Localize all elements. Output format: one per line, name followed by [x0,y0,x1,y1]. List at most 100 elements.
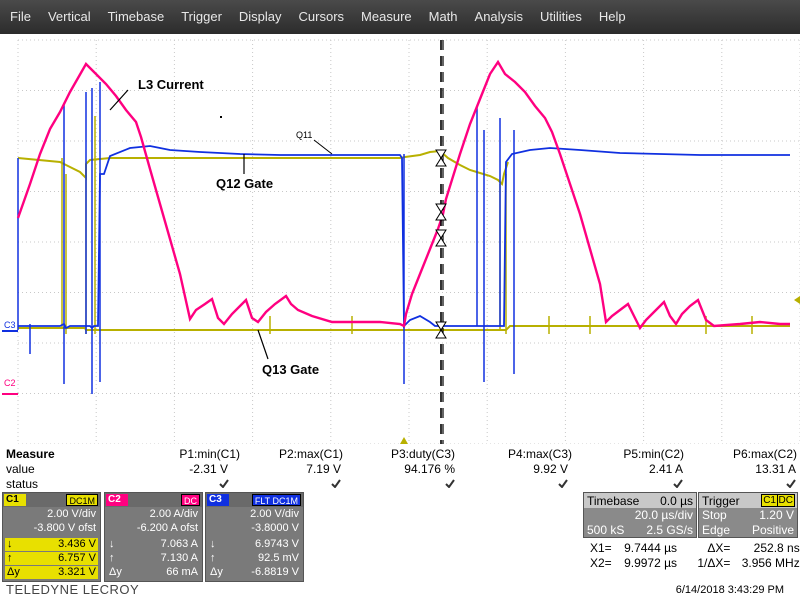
channel-header: C2 DC [105,493,202,507]
delta-label: Δy [7,566,20,578]
channel-delta-value: 3.321 V [58,566,96,578]
param-value-p2: 7.19 V [306,462,341,476]
menu-vertical[interactable]: Vertical [39,0,99,34]
param-name-p3[interactable]: P3:duty(C3) [391,447,455,461]
channel-cursor1-value: 7.063 A [160,538,198,550]
cursor-x1-value: 9.7444 µs [624,541,678,555]
menu-utilities[interactable]: Utilities [531,0,590,34]
param-value-p1: -2.31 V [189,462,228,476]
annotation-q13-gate: Q13 Gate [262,362,319,377]
trigger-time-marker [400,437,408,444]
channel-volt-div: 2.00 A/div [149,508,198,520]
measure-value-row: value -2.31 V 7.19 V 94.176 % 9.92 V 2.4… [0,462,800,477]
channel-cursor1-value: 6.9743 V [254,538,299,550]
trace-c3-spikes [17,82,515,394]
cursor-dx-value: 252.8 ns [753,541,800,555]
param-name-p2[interactable]: P2:max(C1) [279,447,343,461]
param-value-p3: 94.176 % [404,462,455,476]
param-name-p6[interactable]: P6:max(C2) [733,447,797,461]
channel-tag: C1 [4,494,26,506]
channel-volt-div: 2.00 V/div [250,508,299,520]
measure-table: Measure P1:min(C1) P2:max(C1) P3:duty(C3… [0,445,800,491]
channel-cursor2-value: 6.757 V [58,552,96,564]
status-check-icon [786,479,796,488]
channel-delta-row: Δy 66 mA [107,566,200,579]
trigger-row-1: Stop 1.20 V [699,508,797,523]
cursor-dx-label: ΔX= [707,541,731,555]
channel-tag: C2 [106,494,128,506]
channel-volt-div: 2.00 V/div [47,508,96,520]
cursor-inv-dx-label: 1/ΔX= [697,556,731,570]
param-name-p5[interactable]: P5:min(C2) [623,447,684,461]
menu-trigger[interactable]: Trigger [173,0,231,34]
channel-delta-row: Δy -6.8819 V [208,566,301,579]
timebase-delay: 0.0 µs [660,494,693,508]
teledyne-lecroy-logo: TELEDYNE LECROY [6,582,140,597]
cursor1-label: ↓ [7,538,13,550]
channel-offset: -6.200 A ofst [136,522,198,534]
menu-display[interactable]: Display [230,0,290,34]
param-name-p1[interactable]: P1:min(C1) [179,447,240,461]
channel-cursor2-row: ↑ 92.5 mV [208,552,301,565]
channel-offset-row: -3.8000 V [208,522,301,535]
trigger-level: 1.20 V [759,508,794,522]
channel-coupling: DC [181,494,200,506]
menu-bar: File Vertical Timebase Trigger Display Cursor… [0,0,800,34]
annotation-q13-arrow [257,329,269,360]
timebase-row-1: 20.0 µs/div [584,508,696,523]
channel-vdiv-row: 2.00 A/div [107,508,200,521]
trigger-mode: Stop [702,508,727,522]
channel-cursor1-value: 3.436 V [58,538,96,550]
cursor-markers [435,149,447,339]
channel-box-c2[interactable]: C2 DC 2.00 A/div -6.200 A ofst ↓ 7.063 A ↑ 7.13… [104,492,203,582]
param-name-p4[interactable]: P4:max(C3) [508,447,572,461]
trigger-descriptor[interactable]: Trigger C1 DC Stop 1.20 V Edge Positive [698,492,798,538]
menu-timebase[interactable]: Timebase [99,0,173,34]
channel-cursor2-row: ↑ 6.757 V [5,552,98,565]
channel-offset: -3.8000 V [251,522,299,534]
measure-header-row: Measure P1:min(C1) P2:max(C1) P3:duty(C3… [0,447,800,462]
timebase-samples: 500 kS [587,523,625,537]
timebase-row-2: 500 kS 2.5 GS/s [584,523,696,538]
trigger-level-marker [794,296,800,304]
trigger-header: Trigger C1 DC [699,493,797,508]
param-value-p5: 2.41 A [648,462,683,476]
channel-tag: C3 [207,494,229,506]
cursor-x1-row: X1= 9.7444 µs ΔX= 252.8 ns [590,541,800,555]
menu-cursors[interactable]: Cursors [290,0,353,34]
measure-value-label: value [6,462,35,476]
cursor2-label: ↑ [210,552,216,564]
cursor1-label: ↓ [210,538,216,550]
trigger-label: Trigger [702,494,740,508]
timebase-descriptor[interactable]: Timebase 0.0 µs 20.0 µs/div 500 kS 2.5 G… [583,492,697,538]
menu-file[interactable]: File [0,0,39,34]
channel-delta-value: 66 mA [166,566,198,578]
trigger-coupling: DC [776,494,795,507]
waveform-display[interactable]: C3 C2 L3 Current Q12 Gate Q13 Gate Q11 [0,34,800,444]
channel-offset-row: -3.800 V ofst [5,522,98,535]
status-check-icon [558,479,568,488]
c3-level-marker: C3 [4,320,16,330]
cursor2-label: ↑ [109,552,115,564]
param-value-p6: 13.31 A [755,462,796,476]
measure-status-label: status [6,477,39,491]
channel-cursor2-row: ↑ 7.130 A [107,552,200,565]
cursor-x2-label: X2= [590,556,612,570]
annotation-q12-gate: Q12 Gate [216,176,273,191]
channel-vdiv-row: 2.00 V/div [5,508,98,521]
annotation-l3-current: L3 Current [138,77,204,92]
channel-box-c1[interactable]: C1 DC1M 2.00 V/div -3.800 V ofst ↓ 3.436 V ↑ 6.… [2,492,101,582]
menu-help[interactable]: Help [590,0,634,34]
menu-analysis[interactable]: Analysis [466,0,531,34]
channel-box-c3[interactable]: C3 FLT DC1M 2.00 V/div -3.8000 V ↓ 6.9743 V ↑ 9… [205,492,304,582]
menu-math[interactable]: Math [420,0,466,34]
trigger-row-2: Edge Positive [699,523,797,538]
measure-header-label: Measure [6,447,55,461]
trigger-slope: Positive [751,523,794,537]
cursor-x1-label: X1= [590,541,612,555]
waveform-canvas[interactable]: C3 C2 L3 Current Q12 Gate Q13 Gate Q11 [0,34,800,444]
cursor-crossing-marker [435,229,447,247]
channel-cursor2-value: 7.130 A [160,552,198,564]
delta-label: Δy [109,566,122,578]
menu-measure[interactable]: Measure [353,0,421,34]
